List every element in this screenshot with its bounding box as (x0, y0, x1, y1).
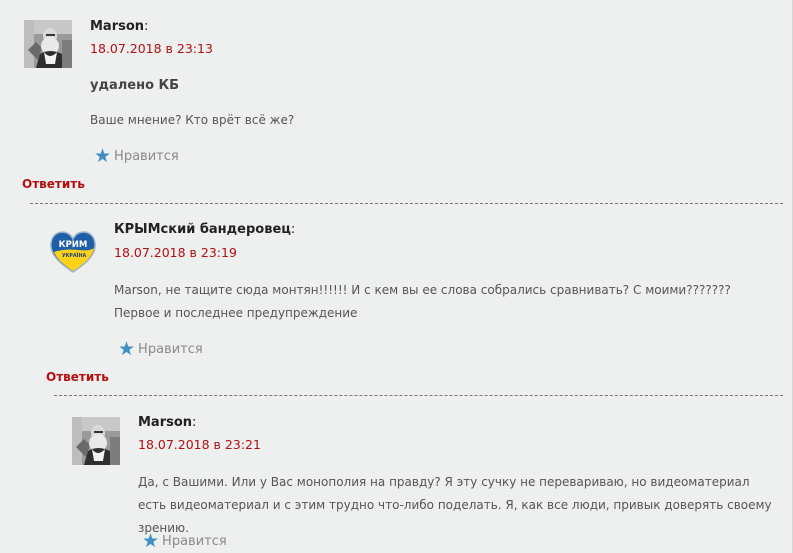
like-button[interactable]: ★ Нравится (118, 340, 203, 359)
comment-text: удалено КБ Ваше мнение? Кто врёт всё же? (90, 74, 770, 132)
comment-author: Marson: (90, 19, 149, 34)
avatar[interactable] (72, 417, 120, 465)
like-label: Нравится (162, 534, 227, 549)
star-icon: ★ (94, 145, 112, 167)
comment-date-link[interactable]: 18.07.2018 в 23:19 (114, 245, 237, 260)
comment-paragraph: Marson, не тащите сюда монтян!!!!!! И с … (114, 283, 731, 320)
comment-divider (30, 203, 783, 204)
star-icon: ★ (118, 338, 136, 360)
comment-paragraph: Да, с Вашими. Или у Вас монополия на пра… (138, 475, 772, 535)
comment-date-link[interactable]: 18.07.2018 в 23:21 (138, 437, 261, 452)
bearded-man-photo-avatar-icon (72, 417, 120, 465)
avatar-text-bottom: УКРАЇНА (62, 252, 87, 259)
comment-author: Marson: (138, 415, 197, 430)
comment-paragraph: Ваше мнение? Кто врёт всё же? (90, 113, 295, 127)
crimea-ukraine-heart-avatar-icon: КРИМ УКРАЇНА (50, 231, 96, 273)
bearded-man-photo-avatar-icon (24, 20, 72, 68)
avatar[interactable]: КРИМ УКРАЇНА (48, 226, 98, 276)
avatar-text-top: КРИМ (59, 240, 88, 250)
reply-button[interactable]: Ответить (46, 370, 109, 384)
like-label: Нравится (138, 342, 203, 357)
comment-author: КРЫМский бандеровец: (114, 222, 296, 237)
comment-paragraph: удалено КБ (90, 78, 180, 93)
like-button[interactable]: ★ Нравится (94, 147, 179, 166)
reply-button[interactable]: Ответить (22, 177, 85, 191)
like-button[interactable]: ★ Нравится (142, 532, 227, 551)
comment-divider (54, 395, 783, 396)
avatar[interactable] (24, 20, 72, 68)
comment-text: Да, с Вашими. Или у Вас монополия на пра… (138, 471, 774, 540)
comment-date-link[interactable]: 18.07.2018 в 23:13 (90, 41, 213, 56)
like-label: Нравится (114, 149, 179, 164)
star-icon: ★ (142, 530, 160, 552)
comment-text: Marson, не тащите сюда монтян!!!!!! И с … (114, 279, 774, 325)
